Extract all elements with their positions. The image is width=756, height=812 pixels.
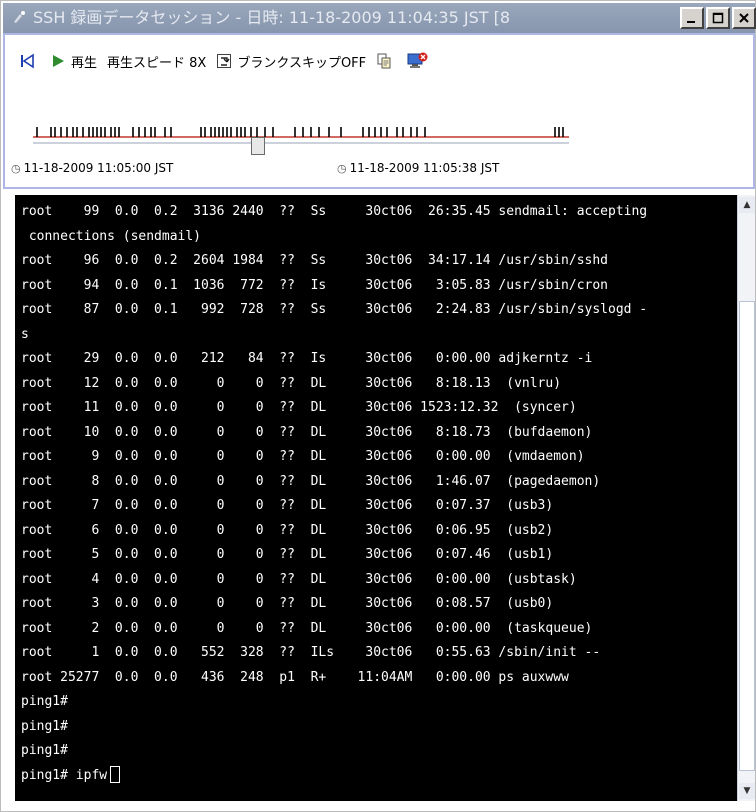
scrollbar-thumb[interactable] bbox=[739, 301, 755, 771]
terminal-line: root 9 0.0 0.0 0 0 ?? DL 30ct06 0:00.00 … bbox=[21, 446, 737, 468]
terminal-line-text: root 3 0.0 0.0 0 0 ?? DL 30ct06 0:08.57 … bbox=[21, 596, 554, 611]
terminal-line-text: root 7 0.0 0.0 0 0 ?? DL 30ct06 0:07.37 … bbox=[21, 498, 554, 513]
terminal-line-text: s bbox=[21, 326, 29, 342]
terminal-line: root 2 0.0 0.0 0 0 ?? DL 30ct06 0:00.00 … bbox=[21, 618, 737, 640]
terminal-line: ping1# bbox=[21, 740, 737, 762]
window-title: SSH 録画データセッション - 日時: 11-18-2009 11:04:35… bbox=[33, 8, 511, 27]
playback-speed-label: 再生スピード 8X bbox=[107, 55, 207, 71]
terminal-line: root 4 0.0 0.0 0 0 ?? DL 30ct06 0:00.00 … bbox=[21, 569, 737, 591]
terminal-line-text: ping1# ipfw bbox=[21, 767, 108, 783]
terminal-line: root 99 0.0 0.2 3136 2440 ?? Ss 30ct06 2… bbox=[21, 201, 737, 223]
terminal-icon bbox=[14, 11, 25, 23]
maximize-icon bbox=[712, 12, 724, 24]
terminal-line-text: root 87 0.0 0.1 992 728 ?? Ss 30ct06 2:2… bbox=[21, 302, 648, 317]
terminal-line-text: root 12 0.0 0.0 0 0 ?? DL 30ct06 8:18.13… bbox=[21, 375, 562, 391]
start-time-label: 11-18-2009 11:05:00 JST bbox=[23, 161, 174, 175]
terminal-line-text: root 5 0.0 0.0 0 0 ?? DL 30ct06 0:07.46 … bbox=[21, 547, 554, 562]
terminal-line-text: root 25277 0.0 0.0 436 248 p1 R+ 11:04AM… bbox=[21, 669, 569, 685]
terminal-line: root 94 0.0 0.1 1036 772 ?? Is 30ct06 3:… bbox=[21, 275, 737, 297]
playback-speed-button[interactable]: 再生スピード 8X bbox=[107, 52, 206, 71]
terminal-line-text: ping1# bbox=[21, 743, 68, 758]
play-icon bbox=[53, 55, 64, 67]
terminal-line-text: ping1# bbox=[21, 694, 68, 709]
terminal-line: connections (sendmail) bbox=[21, 226, 737, 248]
vertical-scrollbar[interactable]: ▲ ▼ bbox=[737, 195, 755, 801]
terminal-line-text: ping1# bbox=[21, 718, 68, 734]
export-button[interactable] bbox=[407, 52, 434, 70]
minimize-button[interactable] bbox=[680, 7, 704, 29]
terminal-line: root 7 0.0 0.0 0 0 ?? DL 30ct06 0:07.37 … bbox=[21, 495, 737, 517]
terminal-line: ping1# bbox=[21, 691, 737, 713]
clock-icon: ◷ bbox=[11, 162, 21, 175]
play-button[interactable]: 再生 bbox=[50, 52, 97, 71]
minimize-icon bbox=[687, 21, 695, 23]
terminal-line-text: connections (sendmail) bbox=[21, 228, 202, 244]
terminal-line-text: root 94 0.0 0.1 1036 772 ?? Is 30ct06 3:… bbox=[21, 277, 608, 293]
playback-controls: 再生 再生スピード 8X ブランクスキップOFF bbox=[19, 49, 444, 73]
monitor-alert-icon bbox=[407, 52, 428, 68]
terminal-line: root 5 0.0 0.0 0 0 ?? DL 30ct06 0:07.46 … bbox=[21, 544, 737, 566]
terminal-line: root 96 0.0 0.2 2604 1984 ?? Ss 30ct06 3… bbox=[21, 250, 737, 272]
blank-skip-toggle[interactable]: ブランクスキップOFF bbox=[216, 52, 366, 71]
terminal-line-text: root 1 0.0 0.0 552 328 ?? ILs 30ct06 0:5… bbox=[21, 645, 601, 660]
activity-timeline[interactable] bbox=[33, 115, 569, 147]
play-label: 再生 bbox=[71, 55, 98, 71]
terminal-line-text: root 29 0.0 0.0 212 84 ?? Is 30ct06 0:00… bbox=[21, 351, 593, 366]
timeline-slider-thumb[interactable] bbox=[251, 137, 265, 155]
terminal-line: root 1 0.0 0.0 552 328 ?? ILs 30ct06 0:5… bbox=[21, 642, 737, 664]
terminal-line: root 29 0.0 0.0 212 84 ?? Is 30ct06 0:00… bbox=[21, 348, 737, 370]
copy-button[interactable] bbox=[376, 53, 397, 69]
close-icon bbox=[739, 13, 749, 23]
terminal-line: root 12 0.0 0.0 0 0 ?? DL 30ct06 8:18.13… bbox=[21, 373, 737, 395]
scroll-up-icon[interactable]: ▲ bbox=[739, 197, 755, 213]
terminal-line-text: root 96 0.0 0.2 2604 1984 ?? Ss 30ct06 3… bbox=[21, 253, 608, 268]
terminal-line: ping1# ipfw bbox=[21, 765, 737, 787]
copy-icon bbox=[377, 53, 391, 69]
rewind-button[interactable] bbox=[19, 53, 40, 69]
maximize-button[interactable] bbox=[706, 7, 730, 29]
terminal-line-text: root 4 0.0 0.0 0 0 ?? DL 30ct06 0:00.00 … bbox=[21, 571, 577, 587]
text-cursor bbox=[110, 765, 121, 783]
terminal-line: ping1# bbox=[21, 716, 737, 738]
blank-skip-label: ブランクスキップOFF bbox=[237, 55, 367, 71]
terminal-line: root 3 0.0 0.0 0 0 ?? DL 30ct06 0:08.57 … bbox=[21, 593, 737, 615]
terminal-line-text: root 9 0.0 0.0 0 0 ?? DL 30ct06 0:00.00 … bbox=[21, 449, 585, 464]
skip-toggle-icon bbox=[217, 54, 232, 68]
terminal-line: root 87 0.0 0.1 992 728 ?? Ss 30ct06 2:2… bbox=[21, 299, 737, 321]
clock-icon: ◷ bbox=[337, 162, 347, 175]
start-time: ◷ 11-18-2009 11:05:00 JST bbox=[11, 161, 173, 177]
terminal-line-text: root 10 0.0 0.0 0 0 ?? DL 30ct06 8:18.73… bbox=[21, 424, 593, 440]
terminal-line-text: root 2 0.0 0.0 0 0 ?? DL 30ct06 0:00.00 … bbox=[21, 620, 593, 636]
terminal-line-text: root 6 0.0 0.0 0 0 ?? DL 30ct06 0:06.95 … bbox=[21, 522, 554, 538]
end-time: ◷ 11-18-2009 11:05:38 JST bbox=[337, 161, 499, 177]
scroll-down-icon[interactable]: ▼ bbox=[739, 783, 755, 799]
terminal-line: root 8 0.0 0.0 0 0 ?? DL 30ct06 1:46.07 … bbox=[21, 471, 737, 493]
terminal-output[interactable]: root 99 0.0 0.2 3136 2440 ?? Ss 30ct06 2… bbox=[15, 195, 737, 801]
end-time-label: 11-18-2009 11:05:38 JST bbox=[349, 161, 500, 175]
terminal-line-text: root 8 0.0 0.0 0 0 ?? DL 30ct06 1:46.07 … bbox=[21, 473, 601, 489]
terminal-line-text: root 11 0.0 0.0 0 0 ?? DL 30ct06 1523:12… bbox=[21, 400, 577, 415]
terminal-line: root 10 0.0 0.0 0 0 ?? DL 30ct06 8:18.73… bbox=[21, 422, 737, 444]
terminal-line: s bbox=[21, 324, 737, 346]
terminal-line-text: root 99 0.0 0.2 3136 2440 ?? Ss 30ct06 2… bbox=[21, 204, 648, 219]
skip-to-start-icon bbox=[21, 53, 34, 69]
title-bar[interactable]: SSH 録画データセッション - 日時: 11-18-2009 11:04:35… bbox=[3, 3, 756, 33]
terminal-line: root 11 0.0 0.0 0 0 ?? DL 30ct06 1523:12… bbox=[21, 397, 737, 419]
terminal-line: root 6 0.0 0.0 0 0 ?? DL 30ct06 0:06.95 … bbox=[21, 520, 737, 542]
close-button[interactable] bbox=[732, 7, 756, 29]
app-window: SSH 録画データセッション - 日時: 11-18-2009 11:04:35… bbox=[0, 0, 756, 812]
playback-panel: 再生 再生スピード 8X ブランクスキップOFF ◷ 11-18-2009 11… bbox=[3, 33, 755, 189]
terminal-line: root 25277 0.0 0.0 436 248 p1 R+ 11:04AM… bbox=[21, 667, 737, 689]
